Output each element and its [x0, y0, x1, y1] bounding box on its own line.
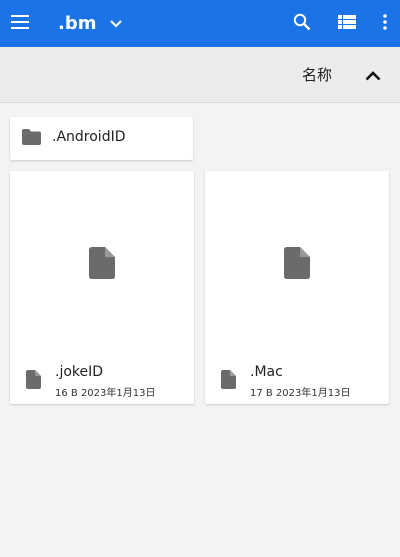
sort-bar: 名称: [0, 47, 400, 103]
file-icon: [26, 370, 41, 393]
hamburger-menu-icon: [11, 14, 29, 33]
list-view-icon: [338, 14, 356, 33]
chevron-down-icon: [110, 19, 123, 28]
search-button[interactable]: [282, 0, 322, 47]
file-meta: 17 B 2023年1月13日: [250, 388, 351, 399]
folder-name: .AndroidID: [52, 129, 126, 145]
file-icon: [284, 247, 310, 283]
file-icon: [221, 370, 236, 393]
file-item[interactable]: .jokeID 16 B 2023年1月13日: [10, 171, 194, 404]
chevron-up-icon: [365, 66, 381, 85]
file-icon: [89, 247, 115, 283]
file-name: .jokeID: [55, 364, 104, 380]
menu-button[interactable]: [0, 0, 40, 47]
file-name: .Mac: [250, 364, 283, 380]
sort-label[interactable]: 名称: [302, 64, 332, 85]
more-vert-icon: [383, 13, 387, 34]
file-meta: 16 B 2023年1月13日: [55, 388, 156, 399]
more-options-button[interactable]: [365, 0, 400, 47]
folder-icon: [22, 129, 41, 149]
directory-title: .bm: [58, 13, 97, 34]
search-icon: [293, 13, 311, 35]
app-bar: .bm: [0, 0, 400, 47]
folder-item[interactable]: .AndroidID: [10, 117, 193, 160]
directory-selector[interactable]: .bm: [58, 0, 123, 47]
view-toggle-button[interactable]: [327, 0, 367, 47]
sort-direction-button[interactable]: [358, 55, 388, 95]
file-item[interactable]: .Mac 17 B 2023年1月13日: [205, 171, 389, 404]
